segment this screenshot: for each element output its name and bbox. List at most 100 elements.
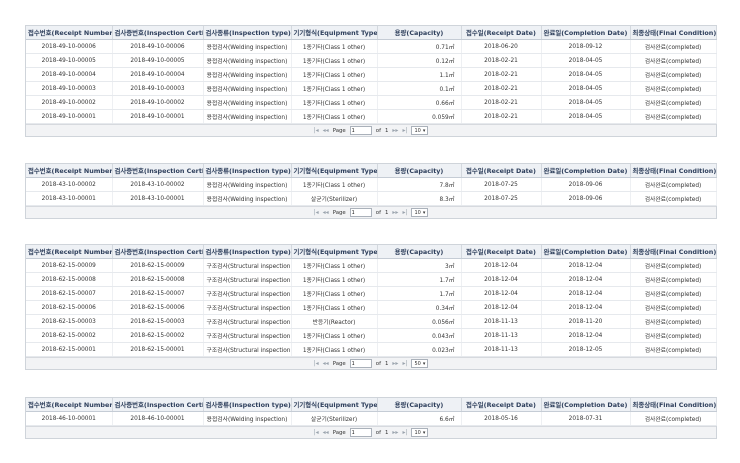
cell-inspection-certificate: 2018-49-10-00002	[112, 95, 204, 110]
column-header-receipt-number[interactable]: 접수번호(Receipt Number)	[26, 245, 113, 259]
next-page-icon[interactable]: ▸▸	[392, 429, 398, 436]
page-size-select[interactable]: 10 ▾	[411, 126, 429, 135]
cell-inspection-certificate: 2018-62-15-00003	[112, 314, 204, 329]
cell-equipment-type: 1종기타(Class 1 other)	[291, 53, 378, 68]
cell-final-condition: 검사완료(completed)	[630, 411, 717, 426]
column-header-receipt-number[interactable]: 접수번호(Receipt Number)	[26, 26, 113, 40]
table-row[interactable]: 2018-43-10-00002 2018-43-10-00002 용접검사(Wel…	[26, 177, 717, 192]
column-header-final-condition[interactable]: 최종상태(Final Condition)	[630, 245, 717, 259]
column-header-inspection-type[interactable]: 검사종류(Inspection type)	[203, 398, 292, 412]
page-number-input[interactable]	[349, 208, 372, 217]
page-size-select[interactable]: 10 ▾	[411, 428, 429, 437]
cell-completion-date: 2018-12-05	[541, 342, 631, 357]
table-row[interactable]: 2018-46-10-00001 2018-46-10-00001 용접검사(Wel…	[26, 411, 717, 426]
cell-equipment-type: 반응기(Reactor)	[291, 314, 378, 329]
table-row[interactable]: 2018-62-15-00003 2018-62-15-00003 구조검사(Str…	[26, 314, 717, 329]
column-header-final-condition[interactable]: 최종상태(Final Condition)	[630, 398, 717, 412]
last-page-icon[interactable]: ▸|	[402, 429, 407, 436]
first-page-icon[interactable]: |◂	[314, 360, 319, 367]
prev-page-icon[interactable]: ◂◂	[323, 209, 329, 216]
table-row[interactable]: 2018-49-10-00003 2018-49-10-00003 용접검사(Wel…	[26, 81, 717, 96]
next-page-icon[interactable]: ▸▸	[392, 209, 398, 216]
page-size-select[interactable]: 10 ▾	[411, 208, 429, 217]
table-row[interactable]: 2018-62-15-00001 2018-62-15-00001 구조검사(Str…	[26, 342, 717, 357]
cell-receipt-date: 2018-05-16	[461, 411, 542, 426]
cell-completion-date: 2018-09-12	[541, 39, 631, 54]
column-header-completion-date[interactable]: 완료일(Completion Date)	[541, 164, 631, 178]
table-row[interactable]: 2018-49-10-00004 2018-49-10-00004 용접검사(Wel…	[26, 67, 717, 82]
last-page-icon[interactable]: ▸|	[402, 360, 407, 367]
page-number-input[interactable]	[349, 126, 372, 135]
column-header-inspection-type[interactable]: 검사종류(Inspection type)	[203, 164, 292, 178]
last-page-icon[interactable]: ▸|	[402, 127, 407, 134]
column-header-receipt-date[interactable]: 접수일(Receipt Date)	[461, 245, 542, 259]
page-size-value: 10	[414, 209, 421, 216]
table-row[interactable]: 2018-49-10-00005 2018-49-10-00005 용접검사(Wel…	[26, 53, 717, 68]
first-page-icon[interactable]: |◂	[314, 429, 319, 436]
column-header-inspection-certificate[interactable]: 검사증번호(Inspection Certific	[112, 164, 204, 178]
column-header-final-condition[interactable]: 최종상태(Final Condition)	[630, 164, 717, 178]
column-header-capacity[interactable]: 용량(Capacity)	[377, 26, 462, 40]
cell-equipment-type: 1종기타(Class 1 other)	[291, 109, 378, 124]
page-size-select[interactable]: 50 ▾	[411, 359, 429, 368]
table-row[interactable]: 2018-49-10-00002 2018-49-10-00002 용접검사(Wel…	[26, 95, 717, 110]
column-header-inspection-certificate[interactable]: 검사증번호(Inspection Certific	[112, 26, 204, 40]
column-header-equipment-type[interactable]: 기기형식(Equipment Type)	[291, 245, 378, 259]
table-row[interactable]: 2018-43-10-00001 2018-43-10-00001 용접검사(Wel…	[26, 191, 717, 206]
column-header-completion-date[interactable]: 완료일(Completion Date)	[541, 26, 631, 40]
table-row[interactable]: 2018-62-15-00007 2018-62-15-00007 구조검사(Str…	[26, 286, 717, 301]
column-header-completion-date[interactable]: 완료일(Completion Date)	[541, 245, 631, 259]
column-header-final-condition[interactable]: 최종상태(Final Condition)	[630, 26, 717, 40]
column-header-capacity[interactable]: 용량(Capacity)	[377, 398, 462, 412]
table-row[interactable]: 2018-62-15-00002 2018-62-15-00002 구조검사(Str…	[26, 328, 717, 343]
table-row[interactable]: 2018-49-10-00006 2018-49-10-00006 용접검사(Wel…	[26, 39, 717, 54]
cell-final-condition: 검사완료(completed)	[630, 191, 717, 206]
table-row[interactable]: 2018-62-15-00008 2018-62-15-00008 구조검사(Str…	[26, 272, 717, 287]
first-page-icon[interactable]: |◂	[314, 209, 319, 216]
prev-page-icon[interactable]: ◂◂	[323, 360, 329, 367]
column-header-capacity[interactable]: 용량(Capacity)	[377, 245, 462, 259]
column-header-receipt-date[interactable]: 접수일(Receipt Date)	[461, 164, 542, 178]
column-header-equipment-type[interactable]: 기기형식(Equipment Type)	[291, 398, 378, 412]
column-header-inspection-type[interactable]: 검사종류(Inspection type)	[203, 26, 292, 40]
cell-receipt-date: 2018-02-21	[461, 109, 542, 124]
next-page-icon[interactable]: ▸▸	[392, 127, 398, 134]
cell-inspection-certificate: 2018-62-15-00002	[112, 328, 204, 343]
column-header-receipt-date[interactable]: 접수일(Receipt Date)	[461, 26, 542, 40]
table-row[interactable]: 2018-49-10-00001 2018-49-10-00001 용접검사(Wel…	[26, 109, 717, 124]
column-header-inspection-certificate[interactable]: 검사증번호(Inspection Certific	[112, 398, 204, 412]
table-row[interactable]: 2018-62-15-00006 2018-62-15-00006 구조검사(Str…	[26, 300, 717, 315]
cell-inspection-certificate: 2018-62-15-00001	[112, 342, 204, 357]
cell-receipt-number: 2018-49-10-00001	[26, 109, 113, 124]
cell-capacity: 0.056㎥	[377, 314, 462, 329]
page-number-input[interactable]	[349, 428, 372, 437]
column-header-equipment-type[interactable]: 기기형식(Equipment Type)	[291, 26, 378, 40]
cell-receipt-number: 2018-62-15-00001	[26, 342, 113, 357]
cell-equipment-type: 1종기타(Class 1 other)	[291, 272, 378, 287]
prev-page-icon[interactable]: ◂◂	[323, 429, 329, 436]
column-header-receipt-date[interactable]: 접수일(Receipt Date)	[461, 398, 542, 412]
header-row: 접수번호(Receipt Number) 검사증번호(Inspection Cer…	[26, 164, 717, 178]
prev-page-icon[interactable]: ◂◂	[323, 127, 329, 134]
cell-completion-date: 2018-04-05	[541, 95, 631, 110]
cell-inspection-certificate: 2018-43-10-00001	[112, 191, 204, 206]
cell-final-condition: 검사완료(completed)	[630, 286, 717, 301]
page-number-input[interactable]	[349, 359, 372, 368]
column-header-receipt-number[interactable]: 접수번호(Receipt Number)	[26, 164, 113, 178]
column-header-capacity[interactable]: 용량(Capacity)	[377, 164, 462, 178]
column-header-completion-date[interactable]: 완료일(Completion Date)	[541, 398, 631, 412]
first-page-icon[interactable]: |◂	[314, 127, 319, 134]
next-page-icon[interactable]: ▸▸	[392, 360, 398, 367]
column-header-receipt-number[interactable]: 접수번호(Receipt Number)	[26, 398, 113, 412]
cell-receipt-number: 2018-43-10-00001	[26, 191, 113, 206]
column-header-inspection-type[interactable]: 검사종류(Inspection type)	[203, 245, 292, 259]
cell-inspection-type: 용접검사(Welding inspection)	[203, 67, 292, 82]
table-row[interactable]: 2018-62-15-00009 2018-62-15-00009 구조검사(Str…	[26, 258, 717, 273]
cell-receipt-date: 2018-02-21	[461, 53, 542, 68]
last-page-icon[interactable]: ▸|	[402, 209, 407, 216]
column-header-inspection-certificate[interactable]: 검사증번호(Inspection Certific	[112, 245, 204, 259]
column-header-equipment-type[interactable]: 기기형식(Equipment Type)	[291, 164, 378, 178]
total-pages: 1	[384, 429, 389, 436]
cell-receipt-date: 2018-11-13	[461, 314, 542, 329]
cell-inspection-certificate: 2018-49-10-00003	[112, 81, 204, 96]
